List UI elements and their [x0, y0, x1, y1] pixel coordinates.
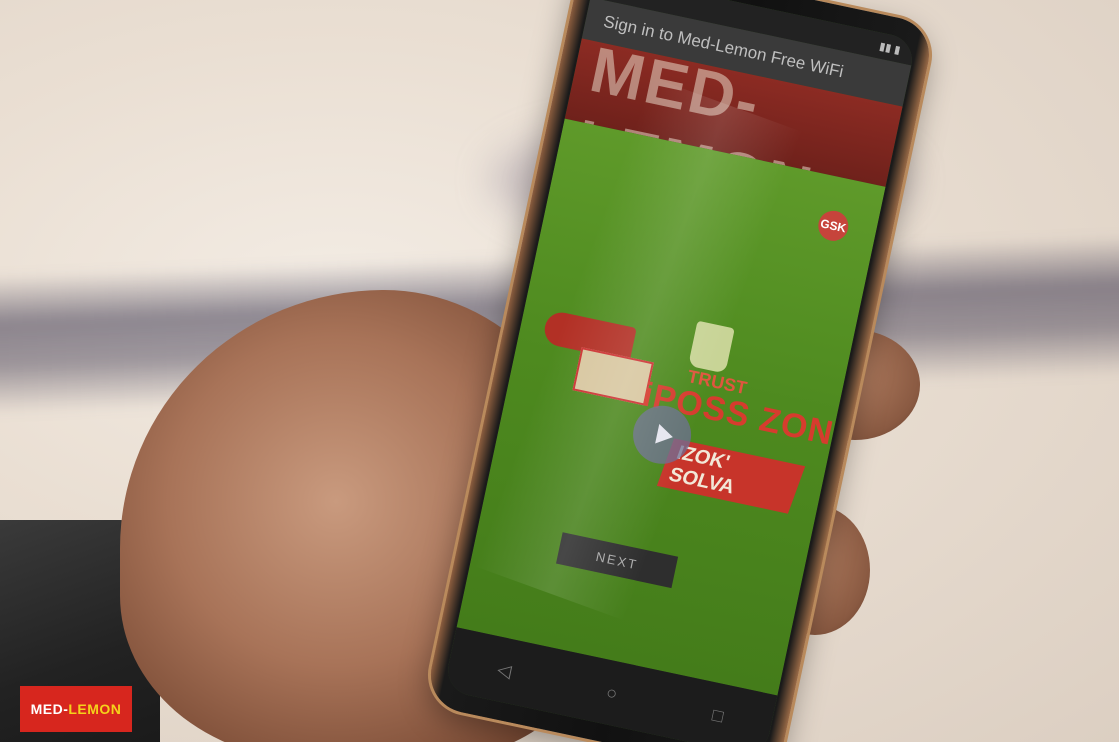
photo-scene: ● ▭ ▸ ▮▮ ▮ Sign in to Med-Lemon Free WiF… — [0, 0, 1119, 742]
med-lemon-watermark: MED- LEMON — [20, 686, 132, 732]
back-icon[interactable]: ◁ — [495, 658, 514, 681]
smartphone: ● ▭ ▸ ▮▮ ▮ Sign in to Med-Lemon Free WiF… — [423, 0, 937, 742]
recent-apps-icon[interactable]: □ — [710, 704, 725, 727]
gsk-logo: GSK — [815, 208, 852, 244]
watermark-med: MED- — [30, 701, 69, 717]
phone-screen: ● ▭ ▸ ▮▮ ▮ Sign in to Med-Lemon Free WiF… — [443, 0, 917, 742]
status-right: ▮▮ ▮ — [878, 40, 902, 57]
home-icon[interactable]: ○ — [604, 682, 620, 705]
watermark-lemon: LEMON — [68, 701, 122, 717]
